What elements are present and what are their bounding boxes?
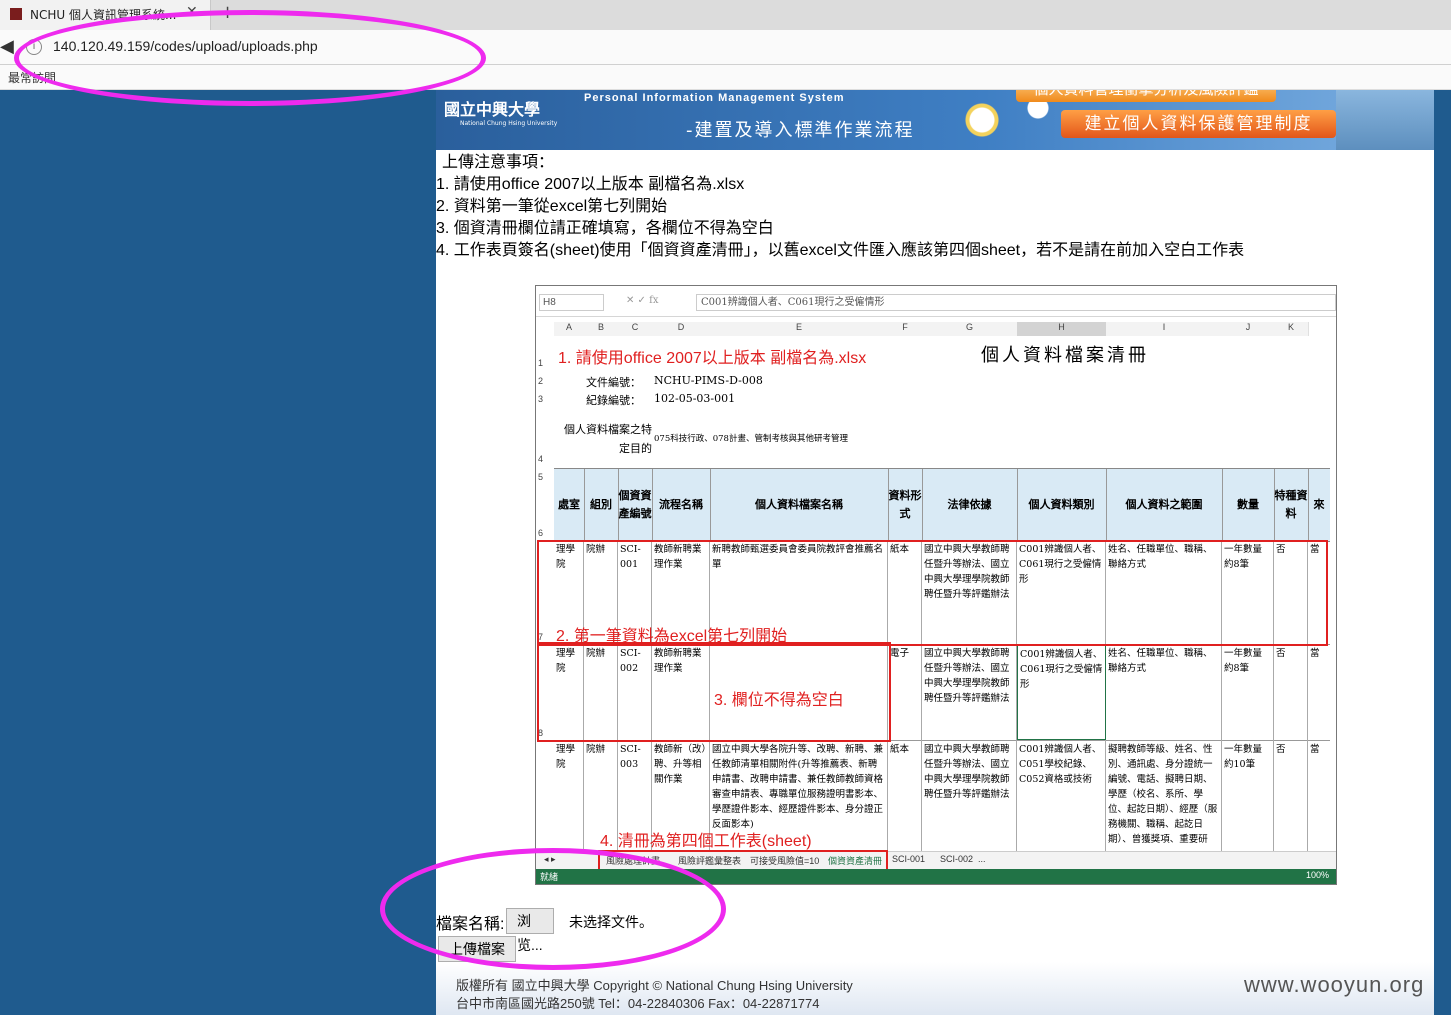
header-cell: 個人資料檔案名稱 bbox=[710, 469, 889, 541]
formula-icons: ✕ ✓ fx bbox=[626, 295, 659, 306]
note-item: 4. 工作表頁簽名(sheet)使用「個資資產清冊」，以舊excel文件匯入應該… bbox=[436, 242, 1245, 259]
column-header: C bbox=[618, 322, 653, 336]
university-logo-sub: National Chung Hsing University bbox=[460, 120, 558, 127]
cell: 理學院 bbox=[554, 740, 584, 851]
rec-no-label: 紀錄編號： bbox=[586, 394, 641, 407]
column-header: I bbox=[1106, 322, 1223, 336]
column-header: G bbox=[922, 322, 1018, 336]
row-number: 4 bbox=[538, 454, 544, 464]
back-icon[interactable]: ◀ bbox=[0, 36, 14, 57]
row-number: 2 bbox=[538, 376, 544, 386]
system-name: Personal Information Management System bbox=[584, 92, 845, 104]
doc-no: NCHU-PIMS-D-008 bbox=[654, 374, 763, 387]
row-number: 3 bbox=[538, 394, 544, 404]
annotation-4: 4. 清冊為第四個工作表(sheet) bbox=[600, 833, 812, 850]
column-header: E bbox=[710, 322, 889, 336]
column-header: D bbox=[652, 322, 711, 336]
cell: 否 bbox=[1274, 644, 1308, 740]
name-box: H8 bbox=[539, 294, 604, 311]
selected-cell: C001辨識個人者、C061現行之受僱情形 bbox=[1017, 644, 1106, 740]
annotation-3: 3. 欄位不得為空白 bbox=[714, 692, 844, 709]
header-cell: 資料形式 bbox=[888, 469, 923, 541]
sheet-title: 個人資料檔案清冊 bbox=[981, 345, 1149, 366]
purpose-label: 個人資料檔案之特定目的 bbox=[564, 423, 652, 455]
cell: 一年數量約8筆 bbox=[1222, 644, 1274, 740]
column-header: A bbox=[554, 322, 585, 336]
watermark: www.wooyun.org bbox=[1244, 972, 1425, 997]
building-image bbox=[1336, 90, 1434, 150]
sheet-tab: ... bbox=[978, 854, 986, 864]
formula-content: C001辨識個人者、C061現行之受僱情形 bbox=[696, 294, 1336, 311]
purpose: 075科技行政、078計畫、管制考核與其他研考管理 bbox=[654, 434, 848, 444]
header-cell: 組別 bbox=[584, 469, 619, 541]
row-number: 1 bbox=[538, 358, 544, 368]
cell: 當 bbox=[1310, 744, 1320, 755]
formula-bar: H8 ✕ ✓ fx C001辨識個人者、C061現行之受僱情形 bbox=[536, 286, 1336, 317]
cell: 當 bbox=[1310, 648, 1320, 659]
cell: 擬聘教師等級、姓名、性別、通訊處、身分證統一編號、電話、擬聘日期、學歷（校名、系… bbox=[1106, 740, 1222, 851]
cell: C001辨識個人者、C051學校紀錄、C052資格或技術 bbox=[1017, 740, 1106, 851]
note-item: 3. 個資清冊欄位請正確填寫，各欄位不得為空白 bbox=[436, 220, 774, 237]
column-header: H bbox=[1017, 322, 1107, 336]
university-logo: 國立中興大學 bbox=[444, 100, 541, 119]
footer-copyright: 版權所有 國立中興大學 Copyright © National Chung H… bbox=[456, 978, 853, 993]
rec-no: 102-05-03-001 bbox=[654, 392, 736, 405]
annotation-2: 2. 第一筆資料為excel第七列開始 bbox=[556, 628, 788, 645]
header-cell: 個人資料類別 bbox=[1017, 469, 1107, 541]
header-cell: 特種資料 bbox=[1274, 469, 1309, 541]
cell: 電子 bbox=[888, 644, 922, 740]
banner: 國立中興大學 National Chung Hsing University P… bbox=[436, 90, 1434, 150]
cell: 國立中興大學教師聘任暨升等辦法、國立中興大學理學院教師聘任暨升等評鑑辦法 bbox=[922, 740, 1017, 851]
table-header-row: 處室 組別 個資資產編號 流程名稱 個人資料檔案名稱 資料形式 法律依據 個人資… bbox=[554, 468, 1330, 542]
process-title: -建置及導入標準作業流程 bbox=[686, 120, 915, 141]
header-cell: 個人資料之範圍 bbox=[1106, 469, 1223, 541]
cell: 國立中興大學教師聘任暨升等辦法、國立中興大學理學院教師聘任暨升等評鑑辦法 bbox=[922, 644, 1017, 740]
favicon-icon bbox=[10, 8, 22, 20]
header-cell: 處室 bbox=[554, 469, 585, 541]
sheet-tab: SCI-002 bbox=[940, 854, 974, 864]
doc-no-label: 文件編號： bbox=[586, 376, 641, 389]
column-header: F bbox=[888, 322, 923, 336]
cell: 紙本 bbox=[888, 740, 922, 851]
header-cell: 數量 bbox=[1222, 469, 1275, 541]
row-number: 6 bbox=[538, 528, 544, 538]
annotation-1: 1. 請使用office 2007以上版本 副檔名為.xlsx bbox=[558, 350, 867, 367]
row-number: 5 bbox=[538, 472, 544, 482]
note-item: 1. 請使用office 2007以上版本 副檔名為.xlsx bbox=[436, 176, 745, 193]
cell: 一年數量約10筆 bbox=[1222, 740, 1274, 851]
footer-address: 台中市南區國光路250號 Tel：04-22840306 Fax：04-2287… bbox=[456, 996, 820, 1011]
column-header: K bbox=[1274, 322, 1309, 336]
marker-circle-upload bbox=[380, 848, 726, 970]
impact-analysis-button[interactable]: 個人資料管理衝擊分析及風險評鑑 bbox=[1016, 90, 1276, 102]
note-item: 2. 資料第一筆從excel第七列開始 bbox=[436, 198, 668, 215]
cell: 姓名、任職單位、職稱、聯絡方式 bbox=[1106, 644, 1222, 740]
sheet-tab: SCI-001 bbox=[892, 854, 926, 864]
upload-notes: 上傳注意事項： 1. 請使用office 2007以上版本 副檔名為.xlsx … bbox=[436, 152, 1244, 262]
protection-system-button[interactable]: 建立個人資料保護管理制度 bbox=[1061, 110, 1336, 138]
column-header: J bbox=[1222, 322, 1275, 336]
header-cell: 流程名稱 bbox=[652, 469, 711, 541]
header-cell: 個資資產編號 bbox=[618, 469, 653, 541]
notes-heading: 上傳注意事項： bbox=[442, 154, 555, 171]
column-header: B bbox=[584, 322, 619, 336]
cell: 否 bbox=[1274, 740, 1308, 851]
header-cell: 法律依據 bbox=[922, 469, 1018, 541]
zoom-level: 100% bbox=[1306, 870, 1330, 880]
header-cell: 來 bbox=[1313, 498, 1325, 511]
excel-example-image: H8 ✕ ✓ fx C001辨識個人者、C061現行之受僱情形 A B C D … bbox=[535, 285, 1337, 885]
marker-circle-url bbox=[14, 10, 486, 106]
